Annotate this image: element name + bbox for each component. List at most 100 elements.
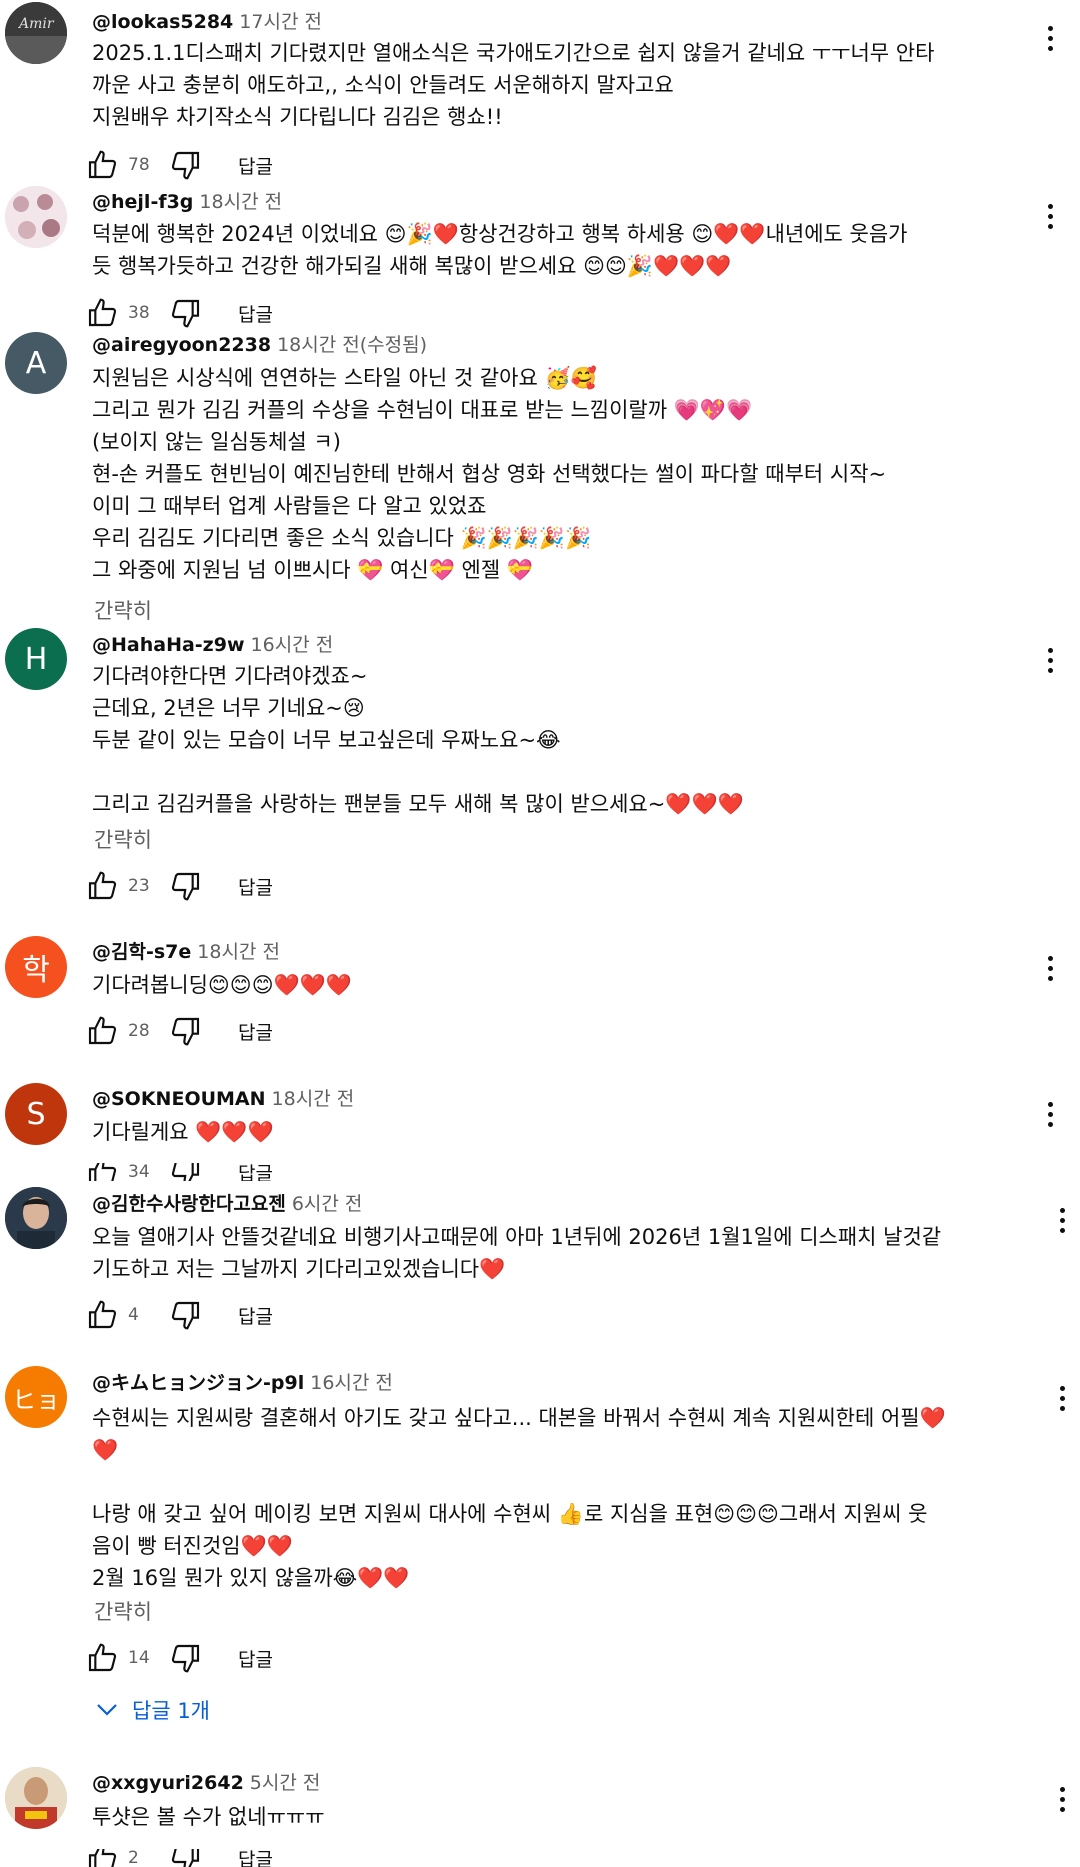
avatar[interactable]	[5, 186, 67, 248]
comment-line: 그리고 김김커플을 사랑하는 팬분들 모두 새해 복 많이 받으세요~❤️❤️❤…	[92, 792, 744, 816]
comment-text: 기다려야한다면 기다려야겠죠~ 근데요, 2년은 너무 기네요~😢 두분 같이 …	[92, 660, 1042, 820]
reply-button[interactable]: 답글	[238, 1018, 273, 1045]
like-count: 23	[128, 876, 150, 896]
comment-time[interactable]: 5시간 전	[250, 1772, 321, 1794]
comment-line: 2025.1.1디스패치 기다렸지만 열애소식은 국가애도기간으로 쉽지 않을거…	[92, 41, 935, 65]
comment-text: 덕분에 행복한 2024년 이었네요 😊🎉❤️항상건강하고 행복 하세용 😊❤️…	[92, 218, 1042, 282]
comment-text: 기다려봅니딩😊😊😊❤️❤️❤️	[92, 969, 1042, 1001]
author-handle[interactable]: @lookas5284	[92, 11, 233, 33]
comment-line: ❤️	[92, 1438, 119, 1462]
comment-text: 투샷은 볼 수가 없네ㅠㅠㅠ	[92, 1801, 1042, 1833]
dislike-icon[interactable]	[170, 1163, 202, 1181]
comment-text: 기다릴게요 ❤️❤️❤️	[92, 1116, 1042, 1148]
like-count: 38	[128, 303, 150, 323]
comment-actions: 78 답글	[86, 148, 273, 182]
avatar-letter: S	[26, 1096, 46, 1132]
comment-line: 기다려야한다면 기다려야겠죠~	[92, 664, 368, 688]
comment-actions: 38 답글	[86, 296, 273, 330]
author-handle[interactable]: @キムヒョンジョン-p9l	[92, 1372, 304, 1394]
reply-button[interactable]: 답글	[238, 1302, 273, 1329]
reply-button[interactable]: 답글	[238, 1645, 273, 1672]
more-options-icon[interactable]	[1050, 1378, 1074, 1418]
more-options-icon[interactable]	[1038, 948, 1062, 988]
comment-line: 오늘 열애기사 안뜰것같네요 비행기사고때문에 아마 1년뒤에 2026년 1월…	[92, 1225, 942, 1249]
replies-label: 답글 1개	[132, 1699, 210, 1723]
comment-line: 덕분에 행복한 2024년 이었네요 😊🎉❤️항상건강하고 행복 하세용 😊❤️…	[92, 222, 908, 246]
author-handle[interactable]: @김한수사랑한다고요젠	[92, 1193, 286, 1215]
avatar[interactable]: A	[5, 332, 67, 394]
dislike-icon[interactable]	[170, 1015, 202, 1047]
more-options-icon[interactable]	[1050, 1200, 1074, 1240]
comment-text: 지원님은 시상식에 연연하는 스타일 아닌 것 같아요 🥳🥰 그리고 뭔가 김김…	[92, 362, 1042, 586]
more-options-icon[interactable]	[1038, 18, 1062, 58]
like-icon[interactable]	[86, 1642, 118, 1674]
comment-time[interactable]: 6시간 전	[292, 1193, 363, 1215]
view-replies-button[interactable]: 답글 1개	[96, 1695, 210, 1725]
author-handle[interactable]: @xxgyuri2642	[92, 1772, 244, 1794]
comment-time[interactable]: 18시간 전	[277, 334, 360, 356]
author-handle[interactable]: @SOKNEOUMAN	[92, 1088, 266, 1110]
author-handle[interactable]: @HahaHa-z9w	[92, 634, 245, 656]
dislike-icon[interactable]	[170, 1642, 202, 1674]
comment-time[interactable]: 18시간 전	[199, 191, 282, 213]
like-count: 2	[128, 1849, 139, 1867]
like-count: 14	[128, 1648, 150, 1668]
dislike-icon[interactable]	[170, 1849, 202, 1867]
comment-actions: 23 답글	[86, 869, 273, 903]
like-icon[interactable]	[86, 1015, 118, 1047]
show-less-button[interactable]: 간략히	[94, 824, 152, 854]
dislike-icon[interactable]	[170, 297, 202, 329]
comment-actions: 34 답글	[86, 1163, 273, 1181]
like-icon[interactable]	[86, 297, 118, 329]
reply-button[interactable]: 답글	[238, 300, 273, 327]
comment-line	[92, 1466, 1052, 1498]
comment-actions: 14 답글	[86, 1641, 273, 1675]
comment-actions: 4 답글	[86, 1298, 273, 1332]
like-count: 34	[128, 1163, 150, 1181]
reply-button[interactable]: 답글	[238, 1849, 273, 1867]
author-handle[interactable]: @hejl-f3g	[92, 191, 193, 213]
show-less-button[interactable]: 간략히	[94, 595, 152, 625]
comment-time[interactable]: 16시간 전	[310, 1372, 393, 1394]
comment-line	[92, 756, 1042, 788]
like-icon[interactable]	[86, 1163, 118, 1181]
comment-time[interactable]: 18시간 전	[197, 941, 280, 963]
comment-line: 까운 사고 충분히 애도하고,, 소식이 안들려도 서운해하지 말자고요	[92, 73, 674, 97]
avatar[interactable]: S	[5, 1083, 67, 1145]
like-count: 4	[128, 1305, 139, 1325]
avatar[interactable]	[5, 1187, 67, 1249]
reply-button[interactable]: 답글	[238, 1163, 273, 1181]
comment-line: 지원배우 차기작소식 기다립니다 김김은 행쇼!!	[92, 105, 503, 129]
dislike-icon[interactable]	[170, 1299, 202, 1331]
comment-line: 수현씨는 지원씨랑 결혼해서 아기도 갖고 싶다고... 대본을 바꿔서 수현씨…	[92, 1406, 946, 1430]
avatar-letter: H	[24, 641, 48, 677]
more-options-icon[interactable]	[1050, 1779, 1074, 1819]
comment-line: 이미 그 때부터 업계 사람들은 다 알고 있었죠	[92, 494, 487, 518]
comment-time[interactable]: 16시간 전	[251, 634, 334, 656]
like-icon[interactable]	[86, 149, 118, 181]
avatar[interactable]: 학	[5, 936, 67, 998]
comment-line: 듯 행복가듯하고 건강한 해가되길 새해 복많이 받으세요 😊😊🎉❤️❤️❤️	[92, 254, 732, 278]
avatar[interactable]: H	[5, 628, 67, 690]
like-icon[interactable]	[86, 1299, 118, 1331]
comment-line: (보이지 않는 일심동체설 ㅋ)	[92, 430, 341, 454]
reply-button[interactable]: 답글	[238, 152, 273, 179]
author-handle[interactable]: @airegyoon2238	[92, 334, 271, 356]
comment-line: 그 와중에 지원님 넘 이쁘시다 💝 여신💝 엔젤 💝	[92, 558, 533, 582]
comment-time[interactable]: 18시간 전	[272, 1088, 355, 1110]
more-options-icon[interactable]	[1038, 1094, 1062, 1134]
comment-time[interactable]: 17시간 전	[239, 11, 322, 33]
dislike-icon[interactable]	[170, 870, 202, 902]
avatar[interactable]	[5, 1767, 67, 1829]
avatar[interactable]: ヒョ	[5, 1366, 67, 1428]
like-icon[interactable]	[86, 870, 118, 902]
reply-button[interactable]: 답글	[238, 873, 273, 900]
like-icon[interactable]	[86, 1849, 118, 1867]
show-less-button[interactable]: 간략히	[94, 1596, 152, 1626]
author-handle[interactable]: @김학-s7e	[92, 941, 191, 963]
more-options-icon[interactable]	[1038, 196, 1062, 236]
more-options-icon[interactable]	[1038, 640, 1062, 680]
like-count: 28	[128, 1021, 150, 1041]
dislike-icon[interactable]	[170, 149, 202, 181]
avatar[interactable]: Amir	[5, 2, 67, 64]
